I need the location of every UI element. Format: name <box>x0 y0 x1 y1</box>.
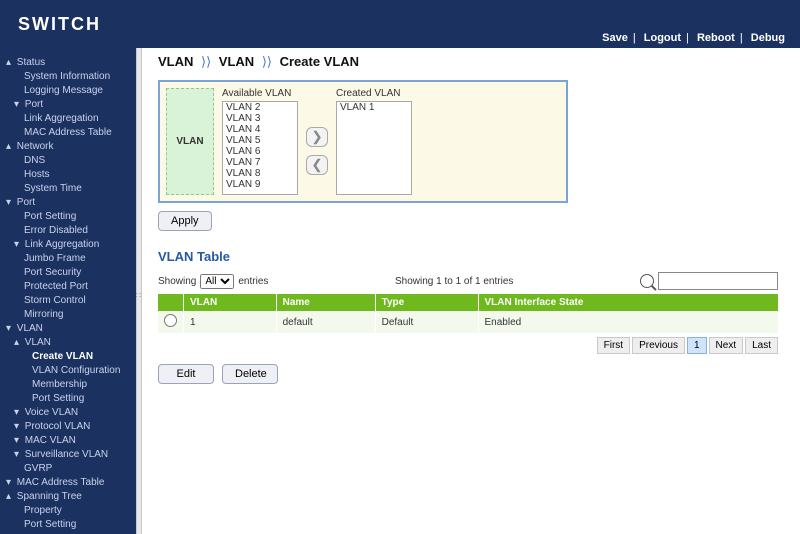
sidebar-item-dns[interactable]: DNS <box>0 154 136 168</box>
sidebar-item-link-aggregation[interactable]: ▾ Link Aggregation <box>0 238 136 252</box>
sidebar-item-port-security[interactable]: Port Security <box>0 266 136 280</box>
sidebar-item-system-time[interactable]: System Time <box>0 182 136 196</box>
list-item[interactable]: VLAN 4 <box>223 124 297 135</box>
sidebar-item-storm-control[interactable]: Storm Control <box>0 294 136 308</box>
header: SWITCH Save| Logout| Reboot| Debug <box>0 0 800 48</box>
sidebar-item-mac-vlan[interactable]: ▾ MAC VLAN <box>0 434 136 448</box>
crumb-sep: ⟩⟩ <box>258 54 276 69</box>
pager-last[interactable]: Last <box>745 337 778 354</box>
search-input[interactable] <box>658 272 778 290</box>
sidebar-item-vlan-configuration[interactable]: VLAN Configuration <box>0 364 136 378</box>
sidebar-item-membership[interactable]: Membership <box>0 378 136 392</box>
pager-prev[interactable]: Previous <box>632 337 685 354</box>
sidebar-item-error-disabled[interactable]: Error Disabled <box>0 224 136 238</box>
apply-button[interactable]: Apply <box>158 211 212 231</box>
list-item[interactable]: VLAN 6 <box>223 146 297 157</box>
created-vlan-list[interactable]: VLAN 1 <box>336 101 412 195</box>
link-save[interactable]: Save <box>599 32 631 44</box>
sidebar-item-port-setting[interactable]: Port Setting <box>0 392 136 406</box>
sidebar-item-port-setting[interactable]: Port Setting <box>0 518 136 532</box>
sidebar-item-spanning-tree[interactable]: ▴ Spanning Tree <box>0 490 136 504</box>
move-right-button[interactable]: ❯ <box>306 127 328 147</box>
table-row: 1defaultDefaultEnabled <box>158 311 778 333</box>
list-item[interactable]: VLAN 5 <box>223 135 297 146</box>
header-links: Save| Logout| Reboot| Debug <box>599 32 788 44</box>
pager: First Previous 1 Next Last <box>158 337 778 354</box>
sidebar-item-network[interactable]: ▴ Network <box>0 140 136 154</box>
move-left-button[interactable]: ❮ <box>306 155 328 175</box>
table-controls: Showing All entries Showing 1 to 1 of 1 … <box>158 272 778 290</box>
list-item[interactable]: VLAN 1 <box>337 102 411 113</box>
sidebar-item-jumbo-frame[interactable]: Jumbo Frame <box>0 252 136 266</box>
list-item[interactable]: VLAN 8 <box>223 168 297 179</box>
cell-name: default <box>276 311 375 333</box>
sidebar-item-protected-port[interactable]: Protected Port <box>0 280 136 294</box>
created-vlan-label: Created VLAN <box>336 88 412 99</box>
pager-next[interactable]: Next <box>709 337 744 354</box>
cell-type: Default <box>375 311 478 333</box>
row-select[interactable] <box>164 314 177 327</box>
col-name[interactable]: Name <box>276 294 375 311</box>
search-icon <box>640 274 654 288</box>
showing-suffix: entries <box>238 276 268 287</box>
sidebar-item-mirroring[interactable]: Mirroring <box>0 308 136 322</box>
sidebar-item-status[interactable]: ▴ Status <box>0 56 136 70</box>
sidebar-item-voice-vlan[interactable]: ▾ Voice VLAN <box>0 406 136 420</box>
list-item[interactable]: VLAN 3 <box>223 113 297 124</box>
page-size-select[interactable]: All <box>200 274 234 289</box>
sidebar-item-port[interactable]: ▾ Port <box>0 196 136 210</box>
sidebar-item-vlan[interactable]: ▾ VLAN <box>0 322 136 336</box>
breadcrumb: VLAN ⟩⟩ VLAN ⟩⟩ Create VLAN <box>158 54 788 70</box>
sidebar: ▴ StatusSystem InformationLogging Messag… <box>0 48 136 534</box>
sidebar-item-surveillance-vlan[interactable]: ▾ Surveillance VLAN <box>0 448 136 462</box>
splitter[interactable] <box>136 48 142 534</box>
col-type[interactable]: Type <box>375 294 478 311</box>
showing-range: Showing 1 to 1 of 1 entries <box>268 276 640 287</box>
list-item[interactable]: VLAN 9 <box>223 179 297 190</box>
list-item[interactable]: VLAN 2 <box>223 102 297 113</box>
available-vlan-label: Available VLAN <box>222 88 298 99</box>
edit-button[interactable]: Edit <box>158 364 214 384</box>
col-select <box>158 294 184 311</box>
vlan-label-cell: VLAN <box>166 88 214 195</box>
sidebar-item-system-information[interactable]: System Information <box>0 70 136 84</box>
col-vlan[interactable]: VLAN <box>184 294 277 311</box>
sidebar-item-mac-address-table[interactable]: ▾ MAC Address Table <box>0 476 136 490</box>
sidebar-item-vlan[interactable]: ▴ VLAN <box>0 336 136 350</box>
vlan-table: VLAN Name Type VLAN Interface State 1def… <box>158 294 778 333</box>
sidebar-item-mac-address-table[interactable]: MAC Address Table <box>0 126 136 140</box>
crumb-2: Create VLAN <box>280 54 359 69</box>
cell-vlan: 1 <box>184 311 277 333</box>
crumb-1: VLAN <box>219 54 254 69</box>
crumb-0: VLAN <box>158 54 193 69</box>
sidebar-item-create-vlan[interactable]: Create VLAN <box>0 350 136 364</box>
sidebar-item-protocol-vlan[interactable]: ▾ Protocol VLAN <box>0 420 136 434</box>
col-state[interactable]: VLAN Interface State <box>478 294 778 311</box>
available-vlan-list[interactable]: VLAN 2VLAN 3VLAN 4VLAN 5VLAN 6VLAN 7VLAN… <box>222 101 298 195</box>
sidebar-item-property[interactable]: Property <box>0 504 136 518</box>
sidebar-item-logging-message[interactable]: Logging Message <box>0 84 136 98</box>
pager-page-1[interactable]: 1 <box>687 337 707 354</box>
link-debug[interactable]: Debug <box>748 32 788 44</box>
sidebar-item-port[interactable]: ▾ Port <box>0 98 136 112</box>
logo: SWITCH <box>18 14 101 35</box>
cell-state: Enabled <box>478 311 778 333</box>
crumb-sep: ⟩⟩ <box>197 54 215 69</box>
list-item[interactable]: VLAN 7 <box>223 157 297 168</box>
delete-button[interactable]: Delete <box>222 364 278 384</box>
sidebar-item-port-setting[interactable]: Port Setting <box>0 210 136 224</box>
pager-first[interactable]: First <box>597 337 630 354</box>
main-content: VLAN ⟩⟩ VLAN ⟩⟩ Create VLAN VLAN Availab… <box>142 48 800 534</box>
vlan-table-title: VLAN Table <box>158 249 788 264</box>
vlan-panel: VLAN Available VLAN VLAN 2VLAN 3VLAN 4VL… <box>158 80 568 203</box>
link-reboot[interactable]: Reboot <box>694 32 738 44</box>
showing-prefix: Showing <box>158 276 196 287</box>
sidebar-item-link-aggregation[interactable]: Link Aggregation <box>0 112 136 126</box>
sidebar-item-hosts[interactable]: Hosts <box>0 168 136 182</box>
sidebar-item-gvrp[interactable]: GVRP <box>0 462 136 476</box>
link-logout[interactable]: Logout <box>641 32 684 44</box>
